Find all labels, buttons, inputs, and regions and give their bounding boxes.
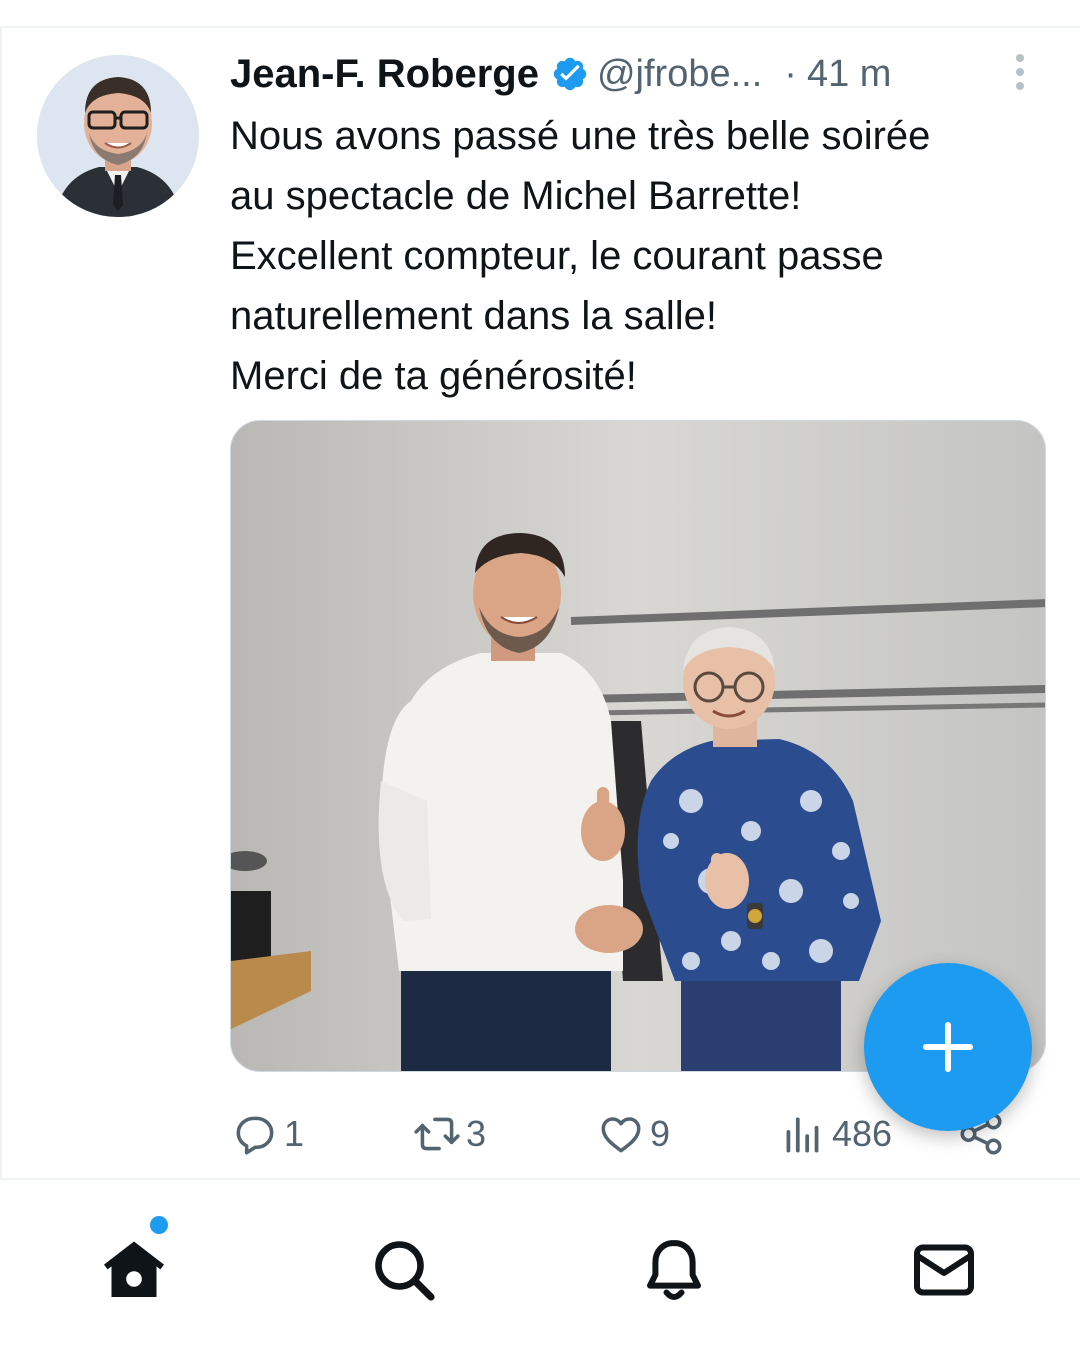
avatar[interactable]	[37, 55, 199, 217]
compose-button[interactable]	[864, 963, 1032, 1131]
like-count: 9	[650, 1113, 671, 1154]
search-icon	[375, 1241, 435, 1301]
tweet-timestamp[interactable]: 41 m	[807, 53, 891, 96]
header-separator: ·	[784, 52, 797, 95]
reply-icon	[236, 1116, 274, 1155]
retweet-count: 3	[466, 1113, 487, 1154]
top-divider	[0, 26, 1080, 28]
views-count: 486	[832, 1113, 893, 1154]
tweet-text-line: Merci de ta générosité!	[230, 354, 637, 398]
retweet-button[interactable]: 3	[412, 1106, 486, 1162]
home-icon	[104, 1241, 164, 1297]
tweet-text-line: Excellent compteur, le courant passe	[230, 234, 884, 278]
author-name[interactable]: Jean-F. Roberge	[230, 52, 539, 97]
views-button[interactable]: 486	[778, 1106, 892, 1162]
bottom-navigation	[0, 1180, 1080, 1347]
tweet-text-line: au spectacle de Michel Barrette!	[230, 174, 802, 218]
tweet-header: Jean-F. Roberge @jfrobe... · 41 m	[230, 48, 1040, 100]
author-handle[interactable]: @jfrobe...	[597, 53, 762, 96]
reply-count: 1	[284, 1113, 305, 1154]
reply-button[interactable]: 1	[230, 1106, 304, 1162]
tweet-text: Nous avons passé une très belle soirée a…	[230, 106, 1050, 406]
nav-search[interactable]	[366, 1232, 442, 1308]
avatar-image	[37, 55, 199, 217]
tweet-text-line: Nous avons passé une très belle soirée	[230, 114, 931, 158]
like-button[interactable]: 9	[596, 1106, 670, 1162]
nav-home[interactable]	[96, 1232, 172, 1308]
tweet-text-line: naturellement dans la salle!	[230, 294, 717, 338]
bell-icon	[647, 1240, 701, 1300]
retweet-icon	[414, 1117, 460, 1151]
views-icon	[786, 1117, 819, 1153]
nav-messages[interactable]	[906, 1232, 982, 1308]
mail-icon	[914, 1244, 974, 1296]
left-divider	[0, 26, 2, 1178]
plus-icon	[923, 1022, 973, 1072]
home-notification-dot	[150, 1216, 168, 1234]
heart-icon	[601, 1117, 641, 1153]
verified-badge-icon	[551, 55, 589, 93]
more-vertical-icon[interactable]	[1008, 52, 1032, 92]
nav-notifications[interactable]	[636, 1232, 712, 1308]
